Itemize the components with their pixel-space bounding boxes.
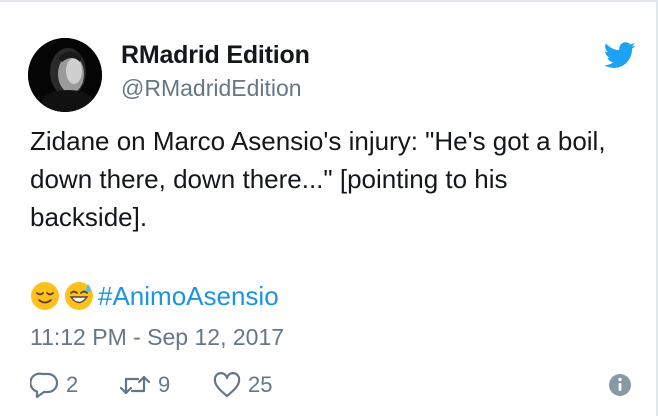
heart-icon	[212, 371, 242, 399]
reply-button[interactable]: 2	[30, 368, 78, 402]
tweet-text: Zidane on Marco Asensio's injury: "He's …	[30, 126, 606, 232]
like-button[interactable]: 25	[212, 368, 272, 402]
retweet-count: 9	[158, 372, 171, 397]
tweet-actions: 2 9 25	[30, 368, 632, 402]
tweet-timestamp[interactable]: 11:12 PM - Sep 12, 2017	[30, 324, 284, 351]
relieved-face-emoji	[30, 281, 60, 311]
retweet-button[interactable]: 9	[118, 368, 170, 402]
like-count: 25	[248, 372, 273, 397]
tweet-card: RMadrid Edition @RMadridEdition Zidane o…	[0, 0, 658, 416]
grinning-sweat-face-emoji	[64, 281, 94, 311]
reply-icon	[30, 371, 60, 399]
twitter-bird-icon[interactable]	[603, 42, 636, 69]
hashtag-line: #AnimoAsensio	[30, 278, 279, 314]
hashtag-link[interactable]: #AnimoAsensio	[98, 281, 279, 312]
info-icon[interactable]	[608, 373, 632, 397]
display-name[interactable]: RMadrid Edition	[121, 41, 310, 70]
avatar-image	[28, 38, 102, 112]
reply-count: 2	[66, 372, 79, 397]
retweet-icon	[118, 371, 152, 399]
avatar[interactable]	[28, 38, 102, 112]
user-handle[interactable]: @RMadridEdition	[121, 75, 302, 102]
